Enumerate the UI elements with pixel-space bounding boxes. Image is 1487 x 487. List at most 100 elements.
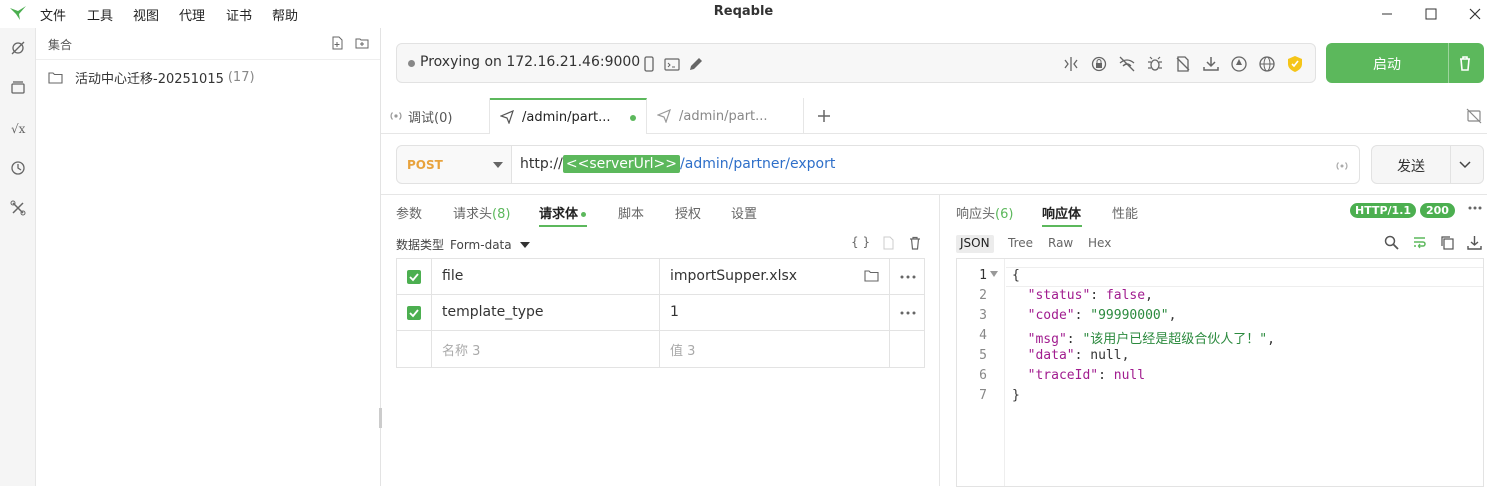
script-icon[interactable]: [1174, 55, 1192, 73]
copy-file-icon[interactable]: [881, 236, 895, 250]
form-data-table: file importSupper.xlsx template_type 1 名…: [396, 258, 925, 368]
subtab-body[interactable]: 请求体: [539, 203, 587, 222]
tab-request-label: /admin/part...: [522, 109, 611, 125]
data-type-select[interactable]: 数据类型 Form-data: [396, 236, 530, 253]
send-label: 发送: [1397, 159, 1425, 175]
row-checkbox[interactable]: [407, 270, 421, 284]
subtab-settings[interactable]: 设置: [731, 203, 757, 222]
svg-text:√x: √x: [11, 122, 26, 136]
edit-icon[interactable]: [687, 55, 705, 73]
send-button[interactable]: 发送: [1371, 145, 1484, 184]
wrap-icon[interactable]: [1412, 235, 1427, 250]
subtab-script[interactable]: 脚本: [618, 203, 644, 222]
response-body-viewer[interactable]: 1 2 3 4 5 6 7 { "status": false, "code":…: [956, 258, 1484, 487]
history-icon[interactable]: [8, 158, 28, 178]
subtab-performance[interactable]: 性能: [1112, 203, 1138, 222]
url-path: /admin/partner/export: [680, 156, 836, 172]
download-icon[interactable]: [1202, 55, 1220, 73]
subtab-params[interactable]: 参数: [396, 203, 422, 222]
line-number: 4: [979, 328, 987, 343]
antenna-icon: [389, 109, 403, 123]
url-input[interactable]: http://<<serverUrl>>/admin/partner/expor…: [511, 145, 1360, 184]
format-json[interactable]: JSON: [956, 235, 994, 253]
format-hex[interactable]: Hex: [1084, 235, 1115, 253]
more-options-icon[interactable]: [890, 259, 926, 295]
download-icon[interactable]: [1467, 235, 1482, 250]
subtab-response-body[interactable]: 响应体: [1042, 203, 1081, 222]
no-network-icon[interactable]: [1118, 55, 1136, 73]
breakpoint-icon[interactable]: [1146, 55, 1164, 73]
form-key-input[interactable]: file: [432, 259, 660, 295]
current-line-highlight: [1006, 267, 1483, 287]
shield-icon[interactable]: [1286, 55, 1304, 73]
menu-file[interactable]: 文件: [40, 5, 66, 24]
tab-request-2[interactable]: /admin/part...: [647, 98, 804, 134]
menu-certificate[interactable]: 证书: [226, 5, 252, 24]
active-subtab-indicator: [1042, 225, 1082, 227]
minimize-button[interactable]: [1364, 0, 1410, 28]
menu-help[interactable]: 帮助: [272, 5, 298, 24]
close-button[interactable]: [1452, 0, 1487, 28]
chevron-down-icon[interactable]: [1459, 160, 1471, 170]
subtab-auth[interactable]: 授权: [675, 203, 701, 222]
proxy-status-dot: [408, 60, 415, 67]
folder-icon[interactable]: [864, 269, 879, 282]
start-proxy-button[interactable]: 启动: [1326, 43, 1484, 83]
collection-icon[interactable]: [8, 78, 28, 98]
menu-tools[interactable]: 工具: [87, 5, 113, 24]
search-icon[interactable]: [1384, 235, 1399, 250]
code-line: "code": "99990000",: [1027, 308, 1177, 323]
maximize-button[interactable]: [1408, 0, 1454, 28]
copy-icon[interactable]: [1440, 235, 1455, 250]
protocol-badge: HTTP/1.1: [1350, 203, 1417, 218]
format-tree[interactable]: Tree: [1004, 235, 1037, 253]
unsaved-dot: [630, 115, 636, 121]
form-value-input[interactable]: importSupper.xlsx: [660, 259, 890, 295]
trash-icon[interactable]: [1456, 54, 1474, 72]
code-line: "traceId": null: [1027, 368, 1146, 383]
ssl-icon[interactable]: [1090, 55, 1108, 73]
capture-icon[interactable]: [8, 38, 28, 58]
format-raw[interactable]: Raw: [1044, 235, 1077, 253]
url-variable: <<serverUrl>>: [562, 155, 681, 173]
row-checkbox[interactable]: [407, 306, 421, 320]
form-row: template_type 1: [397, 295, 924, 331]
form-value-placeholder[interactable]: 值 3: [660, 331, 890, 367]
globe-icon[interactable]: [1258, 55, 1276, 73]
phone-icon[interactable]: [640, 55, 658, 73]
tab-request-active[interactable]: /admin/part...: [490, 98, 647, 134]
menu-view[interactable]: 视图: [133, 5, 159, 24]
subtab-headers[interactable]: 请求头(8): [453, 203, 510, 222]
data-type-label: 数据类型: [396, 238, 445, 252]
code-line: "status": false,: [1027, 288, 1153, 303]
new-folder-icon[interactable]: [355, 36, 371, 52]
method-select[interactable]: POST: [396, 145, 512, 184]
more-options-icon[interactable]: [890, 295, 926, 331]
more-icon[interactable]: [1468, 205, 1482, 211]
braces-icon[interactable]: { }: [851, 235, 870, 249]
start-proxy-label: 启动: [1373, 57, 1401, 73]
line-number: 5: [979, 348, 987, 363]
gateway-icon[interactable]: [1230, 55, 1248, 73]
form-key-input[interactable]: template_type: [432, 295, 660, 331]
collection-item[interactable]: 活动中心迁移-20251015 (17): [48, 68, 255, 87]
terminal-icon[interactable]: [663, 55, 681, 73]
form-row-new: 名称 3 值 3: [397, 331, 924, 367]
form-row: file importSupper.xlsx: [397, 259, 924, 295]
chevron-down-icon: [519, 241, 530, 249]
add-tab-icon[interactable]: [816, 108, 832, 124]
tools-icon[interactable]: [8, 198, 28, 218]
collections-panel: 集合 活动中心迁移-20251015 (17): [36, 28, 381, 486]
antenna-icon[interactable]: [1335, 159, 1349, 173]
form-key-placeholder[interactable]: 名称 3: [432, 331, 660, 367]
hide-icon[interactable]: [1466, 108, 1482, 124]
subtab-response-headers[interactable]: 响应头(6): [956, 203, 1013, 222]
menu-proxy[interactable]: 代理: [179, 5, 205, 24]
delete-icon[interactable]: [908, 236, 922, 250]
function-icon[interactable]: √x: [8, 118, 28, 138]
fold-arrow-icon[interactable]: [990, 271, 998, 278]
new-file-icon[interactable]: [330, 36, 346, 52]
split-icon[interactable]: [1062, 55, 1080, 73]
tab-debug[interactable]: 调试(0): [381, 98, 490, 134]
form-value-input[interactable]: 1: [660, 295, 890, 331]
